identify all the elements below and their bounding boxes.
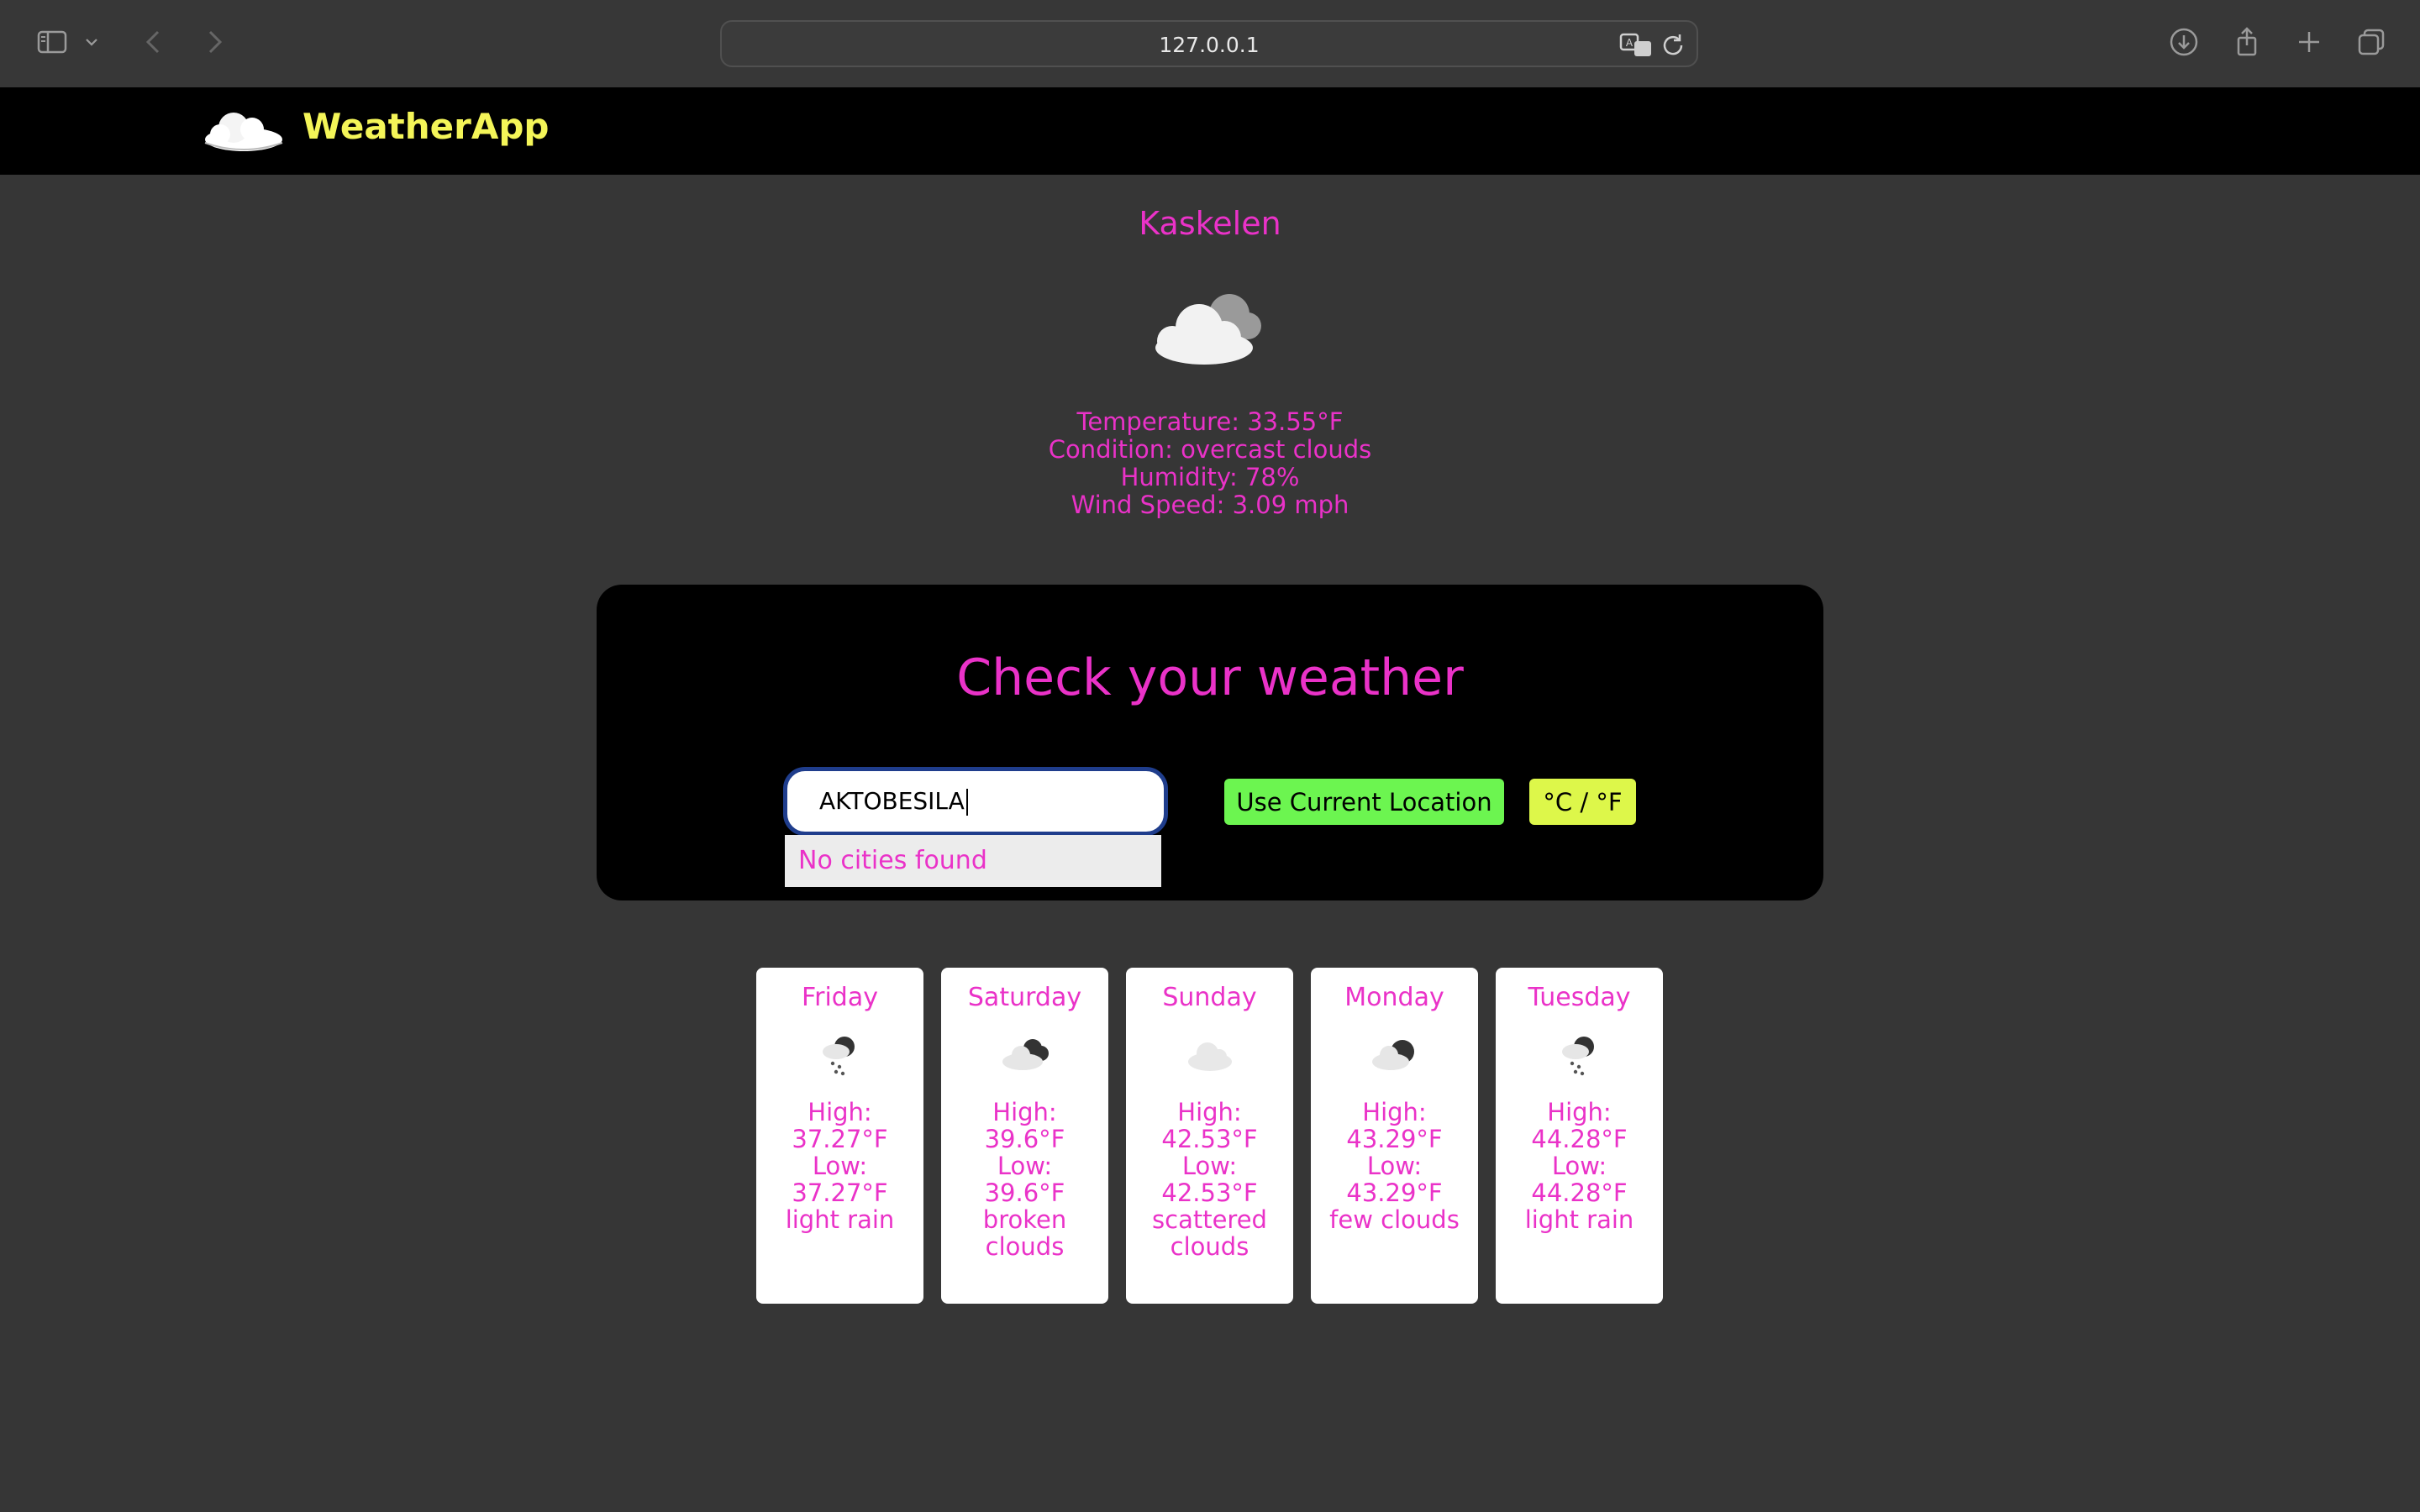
address-url: 127.0.0.1 bbox=[1159, 33, 1260, 57]
broken-clouds-icon bbox=[1002, 1039, 1049, 1070]
forward-icon[interactable] bbox=[193, 22, 234, 62]
use-current-location-button[interactable]: Use Current Location bbox=[1224, 779, 1504, 825]
share-icon[interactable] bbox=[2227, 22, 2267, 62]
light-rain-icon bbox=[823, 1037, 855, 1076]
reload-icon[interactable] bbox=[1660, 32, 1686, 59]
unit-toggle-button[interactable]: °C / °F bbox=[1529, 779, 1636, 825]
low-value: 39.6°F bbox=[984, 1179, 1065, 1207]
city-name: Kaskelen bbox=[1139, 205, 1281, 242]
forecast-description: few clouds bbox=[1329, 1205, 1460, 1234]
high-value: 42.53°F bbox=[1161, 1125, 1258, 1153]
low-value: 44.28°F bbox=[1531, 1179, 1628, 1207]
download-icon[interactable] bbox=[2164, 22, 2204, 62]
forecast-day-name: Saturday bbox=[967, 983, 1082, 1012]
forecast-details: High: 37.27°F Low: 37.27°F light rain bbox=[756, 1099, 923, 1233]
forecast-description: scattered clouds bbox=[1152, 1205, 1267, 1261]
forecast-list: Friday High: 37.27°F Low: 37.27°F light … bbox=[756, 968, 1663, 1304]
address-bar[interactable]: 127.0.0.1 A bbox=[720, 20, 1698, 67]
low-value: 43.29°F bbox=[1346, 1179, 1443, 1207]
app-brand[interactable]: WeatherApp bbox=[302, 106, 549, 147]
forecast-details: High: 39.6°F Low: 39.6°F broken clouds bbox=[941, 1099, 1108, 1260]
low-value: 42.53°F bbox=[1161, 1179, 1258, 1207]
forecast-card-monday[interactable]: Monday High: 43.29°F Low: 43.29°F few cl… bbox=[1311, 968, 1478, 1304]
forecast-details: High: 44.28°F Low: 44.28°F light rain bbox=[1496, 1099, 1663, 1233]
svg-text:A: A bbox=[1626, 37, 1634, 49]
high-value: 39.6°F bbox=[984, 1125, 1065, 1153]
forecast-day-name: Sunday bbox=[1162, 983, 1257, 1012]
low-label: Low: bbox=[997, 1152, 1053, 1180]
forecast-day-name: Monday bbox=[1344, 983, 1444, 1012]
chevron-down-icon[interactable] bbox=[79, 22, 104, 62]
overcast-cloud-icon bbox=[1155, 294, 1261, 365]
forecast-description: light rain bbox=[1524, 1205, 1634, 1234]
high-value: 44.28°F bbox=[1531, 1125, 1628, 1153]
forecast-details: High: 42.53°F Low: 42.53°F scattered clo… bbox=[1126, 1099, 1293, 1260]
light-rain-icon bbox=[1562, 1037, 1594, 1076]
back-icon[interactable] bbox=[134, 22, 175, 62]
forecast-card-saturday[interactable]: Saturday High: 39.6°F Low: 39.6°F broken… bbox=[941, 968, 1108, 1304]
high-label: High: bbox=[1362, 1098, 1427, 1126]
browser-toolbar: 127.0.0.1 A bbox=[0, 0, 2420, 87]
translate-icon[interactable]: A bbox=[1619, 32, 1655, 59]
search-suggestion-dropdown: No cities found bbox=[785, 835, 1161, 887]
search-panel-title: Check your weather bbox=[956, 648, 1464, 707]
low-label: Low: bbox=[812, 1152, 868, 1180]
high-label: High: bbox=[1547, 1098, 1612, 1126]
low-label: Low: bbox=[1366, 1152, 1423, 1180]
search-panel bbox=[597, 585, 1823, 900]
temperature-text: Temperature: 33.55°F bbox=[1076, 407, 1344, 436]
low-label: Low: bbox=[1181, 1152, 1238, 1180]
forecast-details: High: 43.29°F Low: 43.29°F few clouds bbox=[1311, 1099, 1478, 1233]
forecast-card-friday[interactable]: Friday High: 37.27°F Low: 37.27°F light … bbox=[756, 968, 923, 1304]
few-clouds-icon bbox=[1372, 1040, 1414, 1070]
high-value: 43.29°F bbox=[1346, 1125, 1443, 1153]
forecast-card-sunday[interactable]: Sunday High: 42.53°F Low: 42.53°F scatte… bbox=[1126, 968, 1293, 1304]
city-search-input[interactable]: AKTOBESILA bbox=[783, 767, 1168, 836]
sidebar-toggle-icon[interactable] bbox=[32, 22, 72, 62]
low-label: Low: bbox=[1551, 1152, 1607, 1180]
forecast-description: light rain bbox=[785, 1205, 895, 1234]
condition-text: Condition: overcast clouds bbox=[1048, 435, 1372, 464]
scattered-clouds-icon bbox=[1188, 1042, 1232, 1071]
humidity-text: Humidity: 78% bbox=[1120, 463, 1300, 491]
tab-overview-icon[interactable] bbox=[2351, 22, 2391, 62]
high-label: High: bbox=[1177, 1098, 1242, 1126]
high-value: 37.27°F bbox=[792, 1125, 888, 1153]
high-label: High: bbox=[808, 1098, 872, 1126]
text-caret bbox=[965, 789, 968, 816]
high-label: High: bbox=[992, 1098, 1057, 1126]
search-input-value: AKTOBESILA bbox=[819, 787, 965, 815]
forecast-day-name: Friday bbox=[802, 983, 878, 1012]
forecast-day-name: Tuesday bbox=[1528, 983, 1631, 1012]
forecast-card-tuesday[interactable]: Tuesday High: 44.28°F Low: 44.28°F light… bbox=[1496, 968, 1663, 1304]
weather-details: Temperature: 33.55°F Condition: overcast… bbox=[0, 408, 2420, 519]
cloud-logo-icon[interactable] bbox=[202, 106, 286, 153]
new-tab-icon[interactable] bbox=[2289, 22, 2329, 62]
wind-speed-text: Wind Speed: 3.09 mph bbox=[1071, 491, 1349, 519]
low-value: 37.27°F bbox=[792, 1179, 888, 1207]
forecast-description: broken clouds bbox=[982, 1205, 1067, 1261]
